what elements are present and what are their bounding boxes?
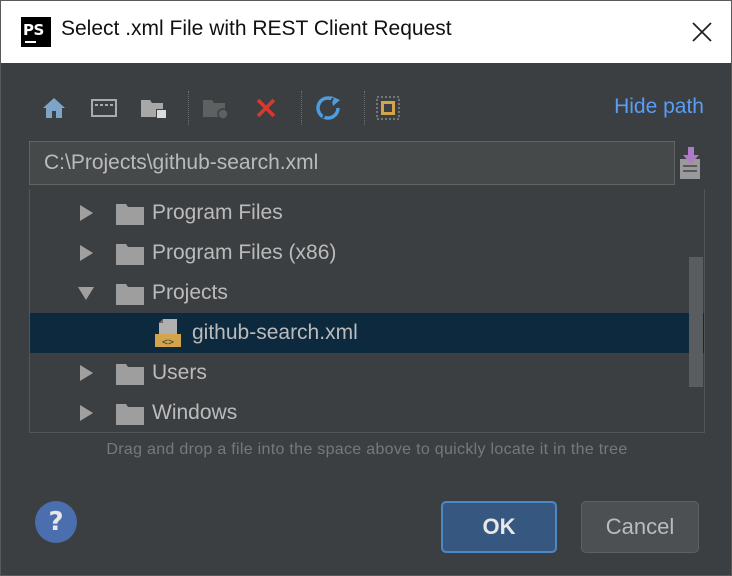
refresh-button[interactable] (313, 93, 343, 123)
close-button[interactable] (685, 15, 719, 49)
new-folder-button[interactable] (201, 93, 231, 123)
tree-item-label: Program Files (152, 201, 283, 224)
hide-path-link[interactable]: Hide path (614, 95, 704, 119)
project-folder-icon (141, 100, 167, 119)
tree-item-label: github-search.xml (192, 321, 358, 344)
xml-file-icon: <> (155, 319, 181, 348)
path-input[interactable]: C:\Projects\github-search.xml (29, 141, 675, 185)
expand-arrow-right-icon[interactable] (78, 205, 94, 221)
expand-arrow-right-icon[interactable] (78, 245, 94, 261)
tree-folder-row[interactable]: Program Files (x86) (30, 233, 704, 273)
new-folder-icon (203, 100, 229, 120)
tree-folder-row[interactable]: Windows (30, 393, 704, 432)
toolbar-separator (301, 91, 302, 125)
file-tree[interactable]: Program Files Program Files (x86) Projects… (29, 189, 705, 433)
folder-icon (116, 204, 144, 225)
tree-file-row[interactable]: <> github-search.xml (30, 313, 704, 353)
file-chooser-toolbar (31, 87, 691, 131)
svg-text:<>: <> (162, 337, 174, 348)
folder-icon (116, 404, 144, 425)
close-icon (692, 22, 712, 42)
tree-folder-row[interactable]: Program Files (30, 193, 704, 233)
project-folder-button[interactable] (139, 93, 169, 123)
tree-folder-row[interactable]: Users (30, 353, 704, 393)
cancel-button[interactable]: Cancel (581, 501, 699, 553)
expand-arrow-right-icon[interactable] (78, 405, 94, 421)
expand-arrow-right-icon[interactable] (78, 365, 94, 381)
desktop-icon (91, 99, 117, 117)
folder-icon (116, 284, 144, 305)
title-bar[interactable]: PS Select .xml File with REST Client Req… (1, 1, 731, 63)
expand-arrow-down-icon[interactable] (78, 285, 94, 301)
show-hidden-icon (376, 96, 400, 120)
download-icon (680, 147, 700, 179)
refresh-icon (316, 96, 340, 120)
dialog-window: PS Select .xml File with REST Client Req… (0, 0, 732, 576)
dialog-title: Select .xml File with REST Client Reques… (61, 17, 452, 40)
home-icon (43, 98, 65, 118)
delete-icon (256, 98, 276, 118)
tree-item-label: Windows (152, 401, 238, 424)
home-button[interactable] (39, 93, 69, 123)
drag-drop-hint: Drag and drop a file into the space abov… (106, 441, 628, 458)
desktop-button[interactable] (89, 93, 119, 123)
toolbar-separator (188, 91, 189, 125)
folder-icon (116, 244, 144, 265)
path-download-button[interactable] (677, 145, 705, 181)
help-button[interactable]: ? (35, 501, 77, 543)
show-hidden-button[interactable] (373, 93, 403, 123)
folder-icon (116, 364, 144, 385)
tree-scrollbar[interactable] (689, 257, 703, 387)
phpstorm-app-icon: PS (21, 17, 51, 47)
toolbar-separator (364, 91, 365, 125)
tree-folder-row[interactable]: Projects (30, 273, 704, 313)
delete-button[interactable] (251, 93, 281, 123)
tree-item-label: Projects (152, 281, 228, 304)
tree-item-label: Users (152, 361, 207, 384)
ok-button[interactable]: OK (441, 501, 557, 553)
tree-item-label: Program Files (x86) (152, 241, 337, 264)
